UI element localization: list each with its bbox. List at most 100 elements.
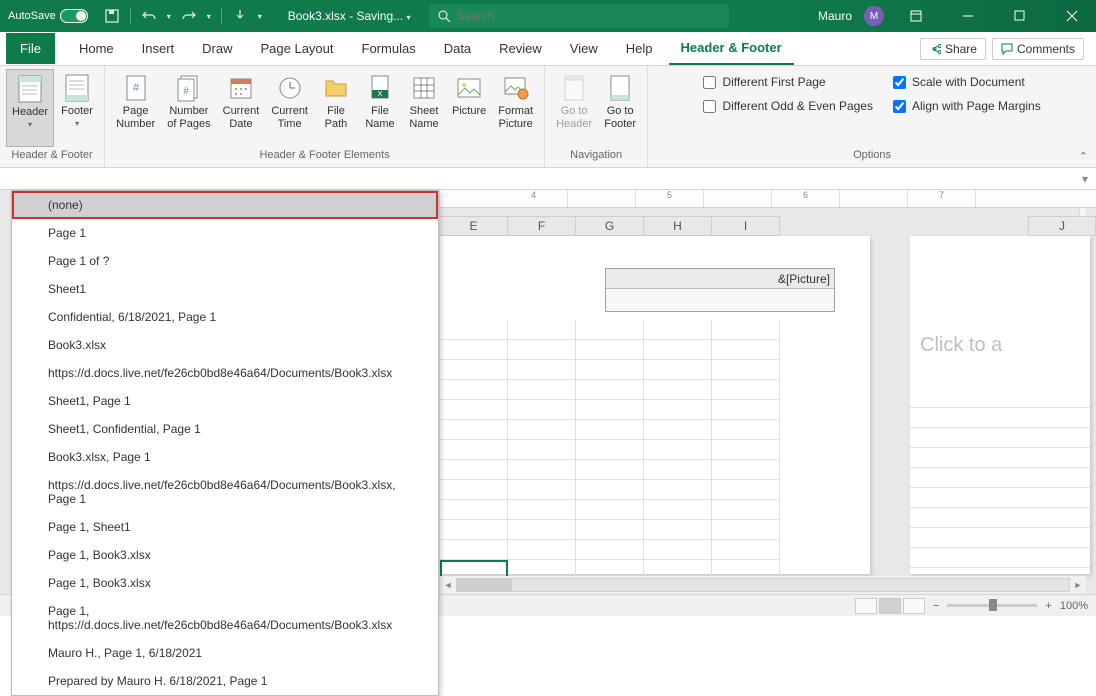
dropdown-item[interactable]: Page 1, Book3.xlsx	[12, 541, 438, 569]
share-button[interactable]: Share	[920, 38, 986, 60]
dropdown-item[interactable]: Page 1, Book3.xlsx	[12, 569, 438, 597]
horizontal-scrollbar[interactable]: ◄ ►	[440, 576, 1086, 594]
dropdown-item[interactable]: Page 1 of ?	[12, 247, 438, 275]
zoom-slider[interactable]	[947, 604, 1037, 607]
scroll-left-icon[interactable]: ◄	[440, 580, 456, 590]
column-header: H	[644, 216, 712, 236]
worksheet-area: 4 5 6 7 E F G H I &[Picture]	[0, 190, 1096, 594]
tab-insert[interactable]: Insert	[130, 33, 187, 64]
dropdown-item[interactable]: Sheet1, Confidential, Page 1	[12, 415, 438, 443]
dropdown-item[interactable]: Mauro H., Page 1, 6/18/2021	[12, 639, 438, 667]
file-path-button[interactable]: File Path	[315, 69, 357, 147]
comments-button[interactable]: Comments	[992, 38, 1084, 60]
file-name-button[interactable]: XFile Name	[359, 69, 401, 147]
save-icon[interactable]	[104, 8, 120, 24]
scale-with-document-checkbox[interactable]: Scale with Document	[893, 75, 1041, 89]
dropdown-item[interactable]: Book3.xlsx	[12, 331, 438, 359]
collapse-ribbon-icon[interactable]: ⌃	[1079, 150, 1088, 163]
dropdown-item[interactable]: https://d.docs.live.net/fe26cb0bd8e46a64…	[12, 471, 438, 513]
goto-footer-icon	[608, 74, 632, 102]
page-break-view-icon[interactable]	[903, 598, 925, 614]
dropdown-item[interactable]: Confidential, 6/18/2021, Page 1	[12, 303, 438, 331]
cell-grid-2[interactable]	[910, 388, 1090, 568]
zoom-in-icon[interactable]: +	[1045, 600, 1051, 612]
group-label-hf: Header & Footer	[11, 147, 92, 163]
normal-view-icon[interactable]	[855, 598, 877, 614]
format-picture-button[interactable]: Format Picture	[493, 69, 538, 147]
tab-file[interactable]: File	[6, 33, 55, 64]
tab-view[interactable]: View	[558, 33, 610, 64]
column-header[interactable]: J	[1028, 216, 1096, 236]
search-input[interactable]	[457, 9, 612, 23]
column-headers[interactable]: E F G H I	[440, 216, 780, 236]
formula-bar[interactable]: ▾	[0, 168, 1096, 190]
current-time-button[interactable]: Current Time	[266, 69, 313, 147]
tab-data[interactable]: Data	[432, 33, 483, 64]
tab-header-footer[interactable]: Header & Footer	[669, 32, 794, 65]
current-date-button[interactable]: Current Date	[218, 69, 265, 147]
page-number-button[interactable]: #Page Number	[111, 69, 160, 147]
file-path-icon	[323, 75, 349, 101]
autosave-toggle[interactable]: AutoSave	[0, 9, 96, 23]
header-section-right[interactable]: &[Picture]	[605, 268, 835, 312]
dropdown-item[interactable]: Prepared by Mauro H. 6/18/2021, Page 1	[12, 667, 438, 695]
date-icon	[228, 75, 254, 101]
page-layout-view-icon[interactable]	[879, 598, 901, 614]
dropdown-item-none[interactable]: (none)	[12, 191, 438, 219]
tab-page-layout[interactable]: Page Layout	[249, 33, 346, 64]
zoom-out-icon[interactable]: −	[933, 600, 939, 612]
search-icon	[437, 9, 451, 23]
dropdown-item[interactable]: Page 1, https://d.docs.live.net/fe26cb0b…	[12, 597, 438, 639]
close-icon[interactable]	[1052, 0, 1092, 32]
column-header: F	[508, 216, 576, 236]
scroll-right-icon[interactable]: ►	[1070, 580, 1086, 590]
group-label-nav: Navigation	[570, 147, 622, 163]
tab-draw[interactable]: Draw	[190, 33, 244, 64]
goto-header-button: Go to Header	[551, 69, 597, 147]
picture-button[interactable]: Picture	[447, 69, 491, 147]
share-icon	[929, 43, 941, 55]
view-buttons[interactable]	[855, 598, 925, 614]
align-page-margins-checkbox[interactable]: Align with Page Margins	[893, 99, 1041, 113]
column-header: G	[576, 216, 644, 236]
number-of-pages-button[interactable]: #Number of Pages	[162, 69, 215, 147]
zoom-level[interactable]: 100%	[1060, 600, 1088, 612]
cell-grid[interactable]	[440, 320, 850, 580]
dropdown-item[interactable]: Page 1	[12, 219, 438, 247]
sheet-name-button[interactable]: Sheet Name	[403, 69, 445, 147]
dropdown-item[interactable]: Page 1, Sheet1	[12, 513, 438, 541]
svg-text:#: #	[183, 86, 189, 97]
undo-icon[interactable]	[141, 8, 157, 24]
dropdown-item[interactable]: Sheet1, Page 1	[12, 387, 438, 415]
touch-mode-icon[interactable]	[232, 8, 248, 24]
tab-help[interactable]: Help	[614, 33, 665, 64]
picture-icon	[456, 77, 482, 99]
avatar[interactable]: M	[864, 6, 884, 26]
footer-icon	[64, 73, 90, 103]
ribbon-display-icon[interactable]	[896, 0, 936, 32]
column-header: I	[712, 216, 780, 236]
dropdown-item[interactable]: Sheet1	[12, 275, 438, 303]
goto-footer-button[interactable]: Go to Footer	[599, 69, 641, 147]
footer-button[interactable]: Footer▾	[56, 69, 98, 147]
dropdown-item[interactable]: https://d.docs.live.net/fe26cb0bd8e46a64…	[12, 359, 438, 387]
tab-formulas[interactable]: Formulas	[350, 33, 428, 64]
maximize-icon[interactable]	[1000, 0, 1040, 32]
group-label-elements: Header & Footer Elements	[259, 147, 389, 163]
expand-formula-icon[interactable]: ▾	[1082, 172, 1088, 186]
tab-home[interactable]: Home	[67, 33, 126, 64]
different-first-page-checkbox[interactable]: Different First Page	[703, 75, 873, 89]
dropdown-item[interactable]: Book3.xlsx, Page 1	[12, 443, 438, 471]
click-to-add-header[interactable]: Click to a	[920, 334, 1002, 357]
header-content: &[Picture]	[606, 269, 834, 289]
page-number-icon: #	[124, 74, 148, 102]
minimize-icon[interactable]	[948, 0, 988, 32]
redo-icon[interactable]	[181, 8, 197, 24]
user-name[interactable]: Mauro	[818, 9, 852, 23]
header-button[interactable]: Header▾	[6, 69, 54, 147]
tab-review[interactable]: Review	[487, 33, 554, 64]
different-odd-even-checkbox[interactable]: Different Odd & Even Pages	[703, 99, 873, 113]
search-box[interactable]	[429, 4, 729, 28]
sheet-name-icon	[411, 75, 437, 101]
svg-text:X: X	[378, 91, 383, 98]
